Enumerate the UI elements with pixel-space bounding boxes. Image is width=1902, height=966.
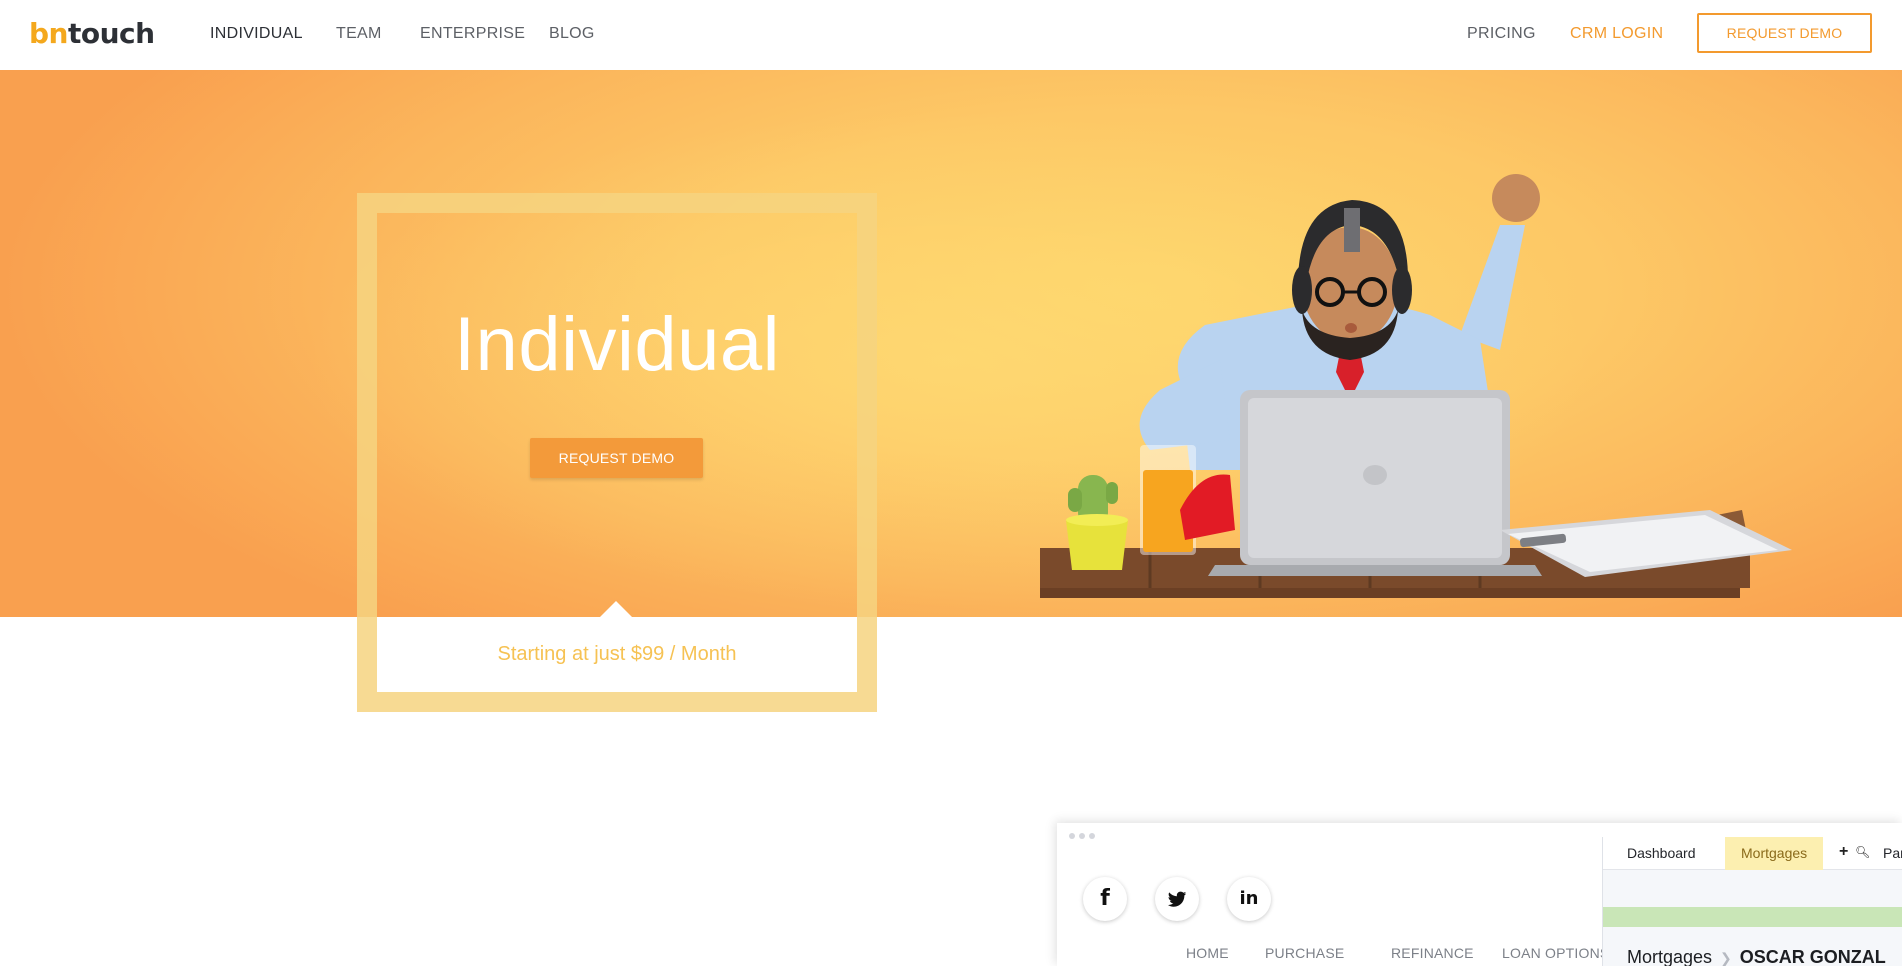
crm-status-bar bbox=[1603, 907, 1902, 927]
twitter-icon[interactable] bbox=[1155, 877, 1199, 921]
crm-panel: Dashboard Mortgages + 🔍︎ Par Mortgages ❯ O… bbox=[1602, 837, 1902, 966]
crm-tab-bar: Dashboard Mortgages + 🔍︎ Par bbox=[1603, 837, 1902, 870]
hero-request-demo-button[interactable]: REQUEST DEMO bbox=[530, 438, 703, 478]
laptop bbox=[1208, 390, 1542, 576]
cactus-plant bbox=[1066, 475, 1128, 570]
window-dot-icon bbox=[1079, 833, 1085, 839]
hero-title: Individual bbox=[453, 302, 781, 387]
site-nav-home[interactable]: HOME bbox=[1186, 945, 1229, 961]
hero-banner bbox=[0, 70, 1902, 617]
window-dot-icon bbox=[1089, 833, 1095, 839]
chevron-right-icon: ❯ bbox=[1720, 950, 1732, 966]
twitter-bird-glyph bbox=[1167, 891, 1187, 907]
plus-icon[interactable]: + bbox=[1839, 843, 1848, 861]
hero-illustration bbox=[1040, 174, 1792, 598]
app-mockup-window: f in HOME PURCHASE REFINANCE LOAN OPTION… bbox=[1057, 823, 1902, 966]
top-navbar: bntouch INDIVIDUAL TEAM ENTERPRISE BLOG … bbox=[0, 0, 1902, 70]
bntouch-logo[interactable]: bntouch bbox=[29, 17, 155, 51]
search-icon[interactable]: 🔍︎ bbox=[1855, 845, 1870, 859]
price-text: Starting at just $99 / Month bbox=[497, 643, 737, 665]
site-nav-refinance[interactable]: REFINANCE bbox=[1391, 945, 1474, 961]
nav-link-crm-login[interactable]: CRM LOGIN bbox=[1570, 24, 1663, 44]
price-box: Starting at just $99 / Month bbox=[377, 617, 857, 692]
logo-bn: bn bbox=[29, 17, 68, 50]
facebook-icon[interactable]: f bbox=[1083, 877, 1127, 921]
crm-tab-dashboard[interactable]: Dashboard bbox=[1627, 845, 1696, 861]
nav-link-pricing[interactable]: PRICING bbox=[1467, 24, 1536, 44]
site-nav-loan-options[interactable]: LOAN OPTIONS bbox=[1502, 945, 1609, 961]
nav-link-individual[interactable]: INDIVIDUAL bbox=[210, 24, 303, 44]
crm-tab-partial[interactable]: Par bbox=[1883, 845, 1902, 861]
nav-link-enterprise[interactable]: ENTERPRISE bbox=[420, 24, 525, 44]
crm-breadcrumb: Mortgages ❯ OSCAR GONZAL bbox=[1627, 947, 1886, 966]
site-nav-purchase[interactable]: PURCHASE bbox=[1265, 945, 1344, 961]
linkedin-icon[interactable]: in bbox=[1227, 877, 1271, 921]
crm-breadcrumb-contact: OSCAR GONZAL bbox=[1739, 947, 1886, 966]
crm-tab-mortgages[interactable]: Mortgages bbox=[1725, 837, 1824, 870]
nav-link-team[interactable]: TEAM bbox=[336, 24, 382, 44]
logo-touch: touch bbox=[67, 17, 155, 50]
crm-breadcrumb-section[interactable]: Mortgages bbox=[1627, 947, 1712, 966]
nav-request-demo-button[interactable]: REQUEST DEMO bbox=[1697, 13, 1872, 53]
nav-link-blog[interactable]: BLOG bbox=[549, 24, 595, 44]
price-pointer-arrow bbox=[600, 601, 632, 617]
window-dot-icon bbox=[1069, 833, 1075, 839]
